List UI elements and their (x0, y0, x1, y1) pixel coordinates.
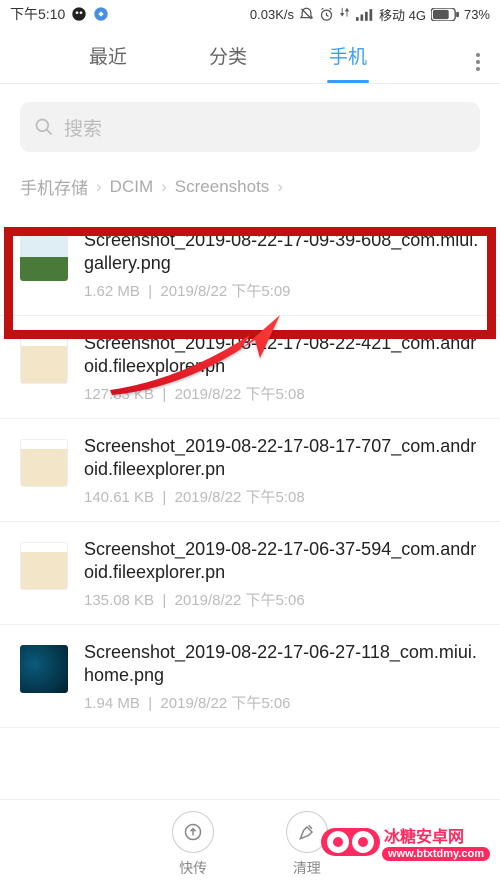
qq-icon (71, 6, 87, 22)
upload-icon (183, 822, 203, 842)
fast-send-button[interactable]: 快传 (136, 811, 250, 878)
file-meta: 135.08 KB | 2019/8/22 下午5:06 (84, 589, 480, 610)
crumb-screenshots[interactable]: Screenshots (175, 177, 270, 197)
breadcrumb: 手机存储 › DCIM › Screenshots › (0, 174, 500, 213)
broom-icon (297, 822, 317, 842)
file-name: Screenshot_2019-08-22-17-06-27-118_com.m… (84, 641, 480, 686)
file-item[interactable]: Screenshot_2019-08-22-17-06-37-594_com.a… (0, 522, 500, 625)
carrier: 移动 4G (379, 5, 426, 24)
file-thumbnail (20, 645, 68, 693)
file-item[interactable]: Screenshot_2019-08-22-17-08-22-421_com.a… (0, 316, 500, 419)
alarm-icon (319, 7, 334, 22)
search-input[interactable]: 搜索 (20, 102, 480, 152)
mute-icon (299, 7, 314, 22)
file-name: Screenshot_2019-08-22-17-09-39-608_com.m… (84, 229, 480, 274)
tab-recent[interactable]: 最近 (48, 28, 168, 83)
file-thumbnail (20, 233, 68, 281)
file-name: Screenshot_2019-08-22-17-06-37-594_com.a… (84, 538, 480, 583)
chevron-right-icon: › (277, 177, 283, 197)
file-item[interactable]: Screenshot_2019-08-22-17-08-17-707_com.a… (0, 419, 500, 522)
signal-icon (356, 8, 374, 21)
tab-phone[interactable]: 手机 (288, 28, 408, 83)
file-meta: 1.62 MB | 2019/8/22 下午5:09 (84, 280, 480, 301)
watermark: 冰糖安卓网 www.btxtdmy.com (321, 823, 490, 861)
file-list: Screenshot_2019-08-22-17-09-39-608_com.m… (0, 213, 500, 728)
file-item[interactable]: Screenshot_2019-08-22-17-06-27-118_com.m… (0, 625, 500, 728)
file-thumbnail (20, 542, 68, 590)
network-speed: 0.03K/s (250, 7, 294, 22)
status-time: 下午5:10 (10, 4, 65, 24)
search-icon (34, 117, 54, 137)
chevron-right-icon: › (96, 177, 102, 197)
file-meta: 140.61 KB | 2019/8/22 下午5:08 (84, 486, 480, 507)
file-name: Screenshot_2019-08-22-17-08-22-421_com.a… (84, 332, 480, 377)
battery-icon (431, 8, 459, 21)
chevron-right-icon: › (161, 177, 167, 197)
file-name: Screenshot_2019-08-22-17-08-17-707_com.a… (84, 435, 480, 480)
tabs: 最近 分类 手机 (0, 28, 500, 84)
more-button[interactable] (456, 40, 500, 71)
search-placeholder: 搜索 (64, 114, 102, 141)
data-icon (339, 7, 351, 22)
app-icon (93, 6, 109, 22)
tab-category[interactable]: 分类 (168, 28, 288, 83)
crumb-dcim[interactable]: DCIM (110, 177, 153, 197)
file-item[interactable]: Screenshot_2019-08-22-17-09-39-608_com.m… (0, 213, 500, 316)
file-thumbnail (20, 439, 68, 487)
crumb-storage[interactable]: 手机存储 (20, 174, 88, 199)
file-thumbnail (20, 336, 68, 384)
battery-pct: 73% (464, 7, 490, 22)
file-meta: 1.94 MB | 2019/8/22 下午5:06 (84, 692, 480, 713)
status-bar: 下午5:10 0.03K/s 移动 4G 73% (0, 0, 500, 28)
file-meta: 127.83 KB | 2019/8/22 下午5:08 (84, 383, 480, 404)
